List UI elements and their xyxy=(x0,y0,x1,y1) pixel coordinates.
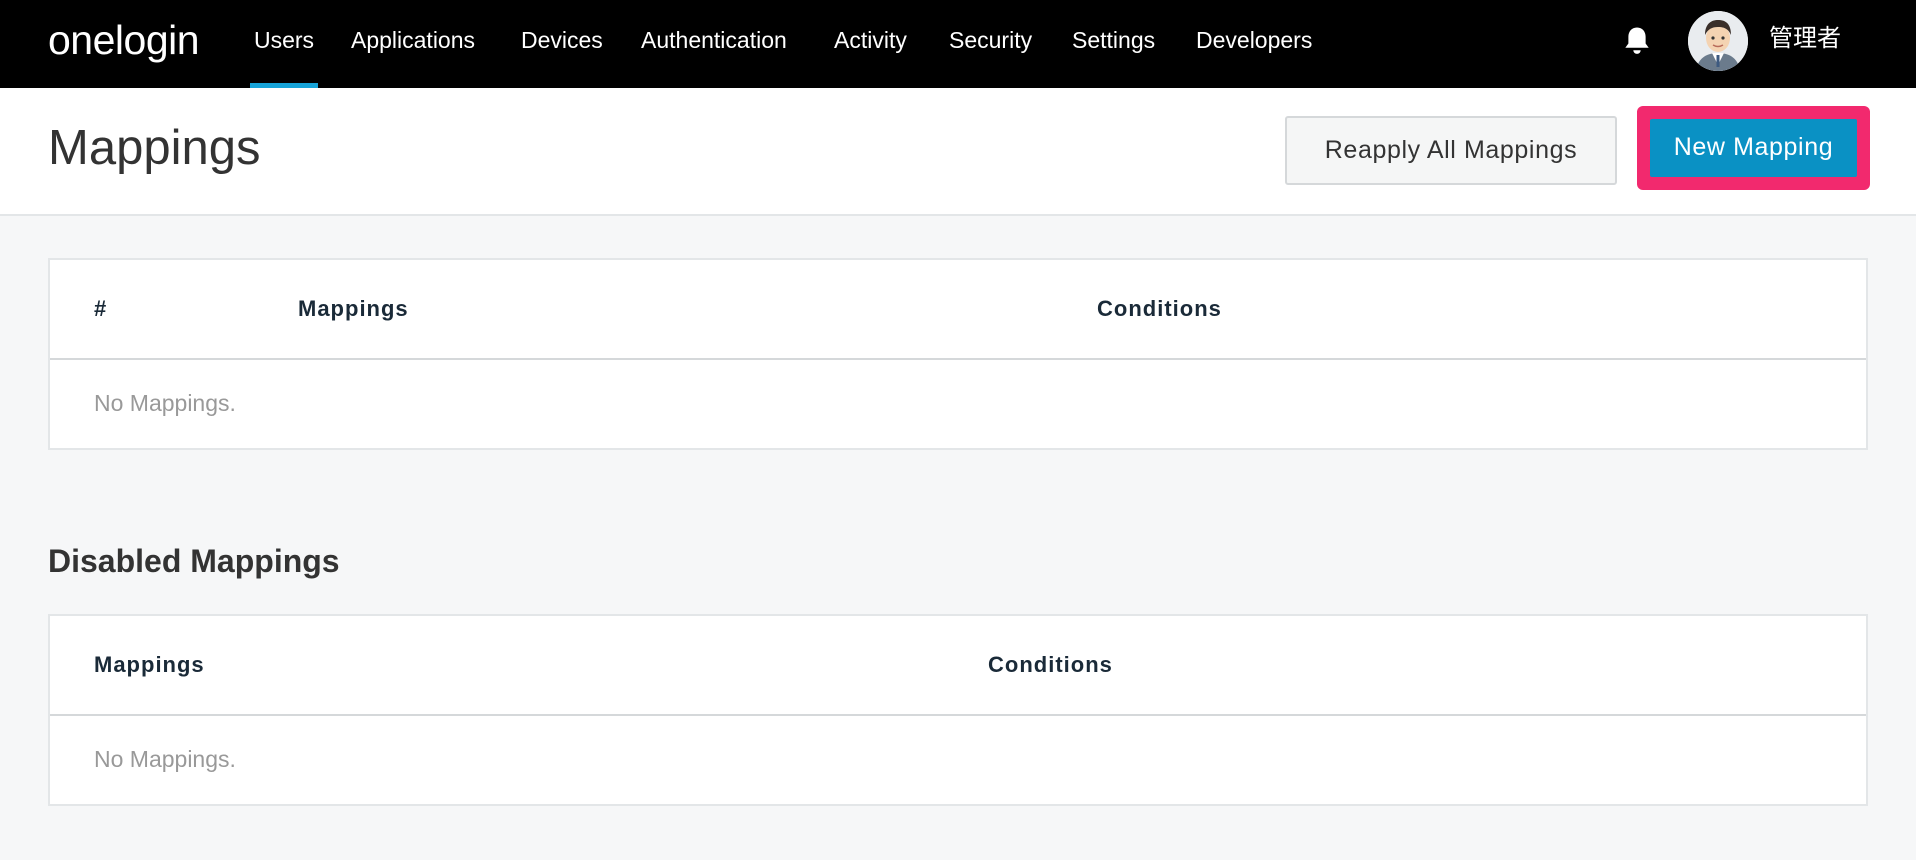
new-mapping-highlight: New Mapping xyxy=(1637,106,1870,190)
page-header: Mappings Reapply All Mappings New Mappin… xyxy=(0,88,1916,216)
column-header-mappings: Mappings xyxy=(94,652,205,677)
nav-activity[interactable]: Activity xyxy=(834,0,907,88)
nav-settings[interactable]: Settings xyxy=(1072,0,1155,88)
disabled-mappings-table: Mappings Conditions No Mappings. xyxy=(48,614,1868,806)
nav-users[interactable]: Users xyxy=(249,0,319,88)
bell-icon[interactable] xyxy=(1622,25,1652,57)
nav-developers[interactable]: Developers xyxy=(1196,0,1312,88)
nav-devices[interactable]: Devices xyxy=(521,0,603,88)
table-header: # Mappings Conditions xyxy=(50,260,1866,360)
table-header: Mappings Conditions xyxy=(50,616,1866,716)
empty-state-text: No Mappings. xyxy=(94,390,236,416)
avatar-illustration-icon xyxy=(1688,11,1748,71)
top-navigation-bar: onelogin Users Applications Devices Auth… xyxy=(0,0,1916,88)
column-header-conditions: Conditions xyxy=(1097,296,1222,321)
column-header-mappings: Mappings xyxy=(298,296,409,321)
empty-state-text: No Mappings. xyxy=(94,746,236,772)
nav-applications[interactable]: Applications xyxy=(351,0,475,88)
onelogin-logo[interactable]: onelogin xyxy=(48,20,200,61)
column-header-number: # xyxy=(94,296,108,321)
disabled-mappings-title: Disabled Mappings xyxy=(48,543,340,579)
user-avatar[interactable] xyxy=(1688,11,1748,71)
nav-authentication[interactable]: Authentication xyxy=(641,0,787,88)
page-title: Mappings xyxy=(48,121,261,175)
nav-security[interactable]: Security xyxy=(949,0,1032,88)
column-header-conditions: Conditions xyxy=(988,652,1113,677)
reapply-all-mappings-button[interactable]: Reapply All Mappings xyxy=(1285,116,1617,185)
mappings-table: # Mappings Conditions No Mappings. xyxy=(48,258,1868,450)
user-name[interactable]: 管理者 xyxy=(1769,22,1841,56)
new-mapping-button[interactable]: New Mapping xyxy=(1650,119,1857,177)
